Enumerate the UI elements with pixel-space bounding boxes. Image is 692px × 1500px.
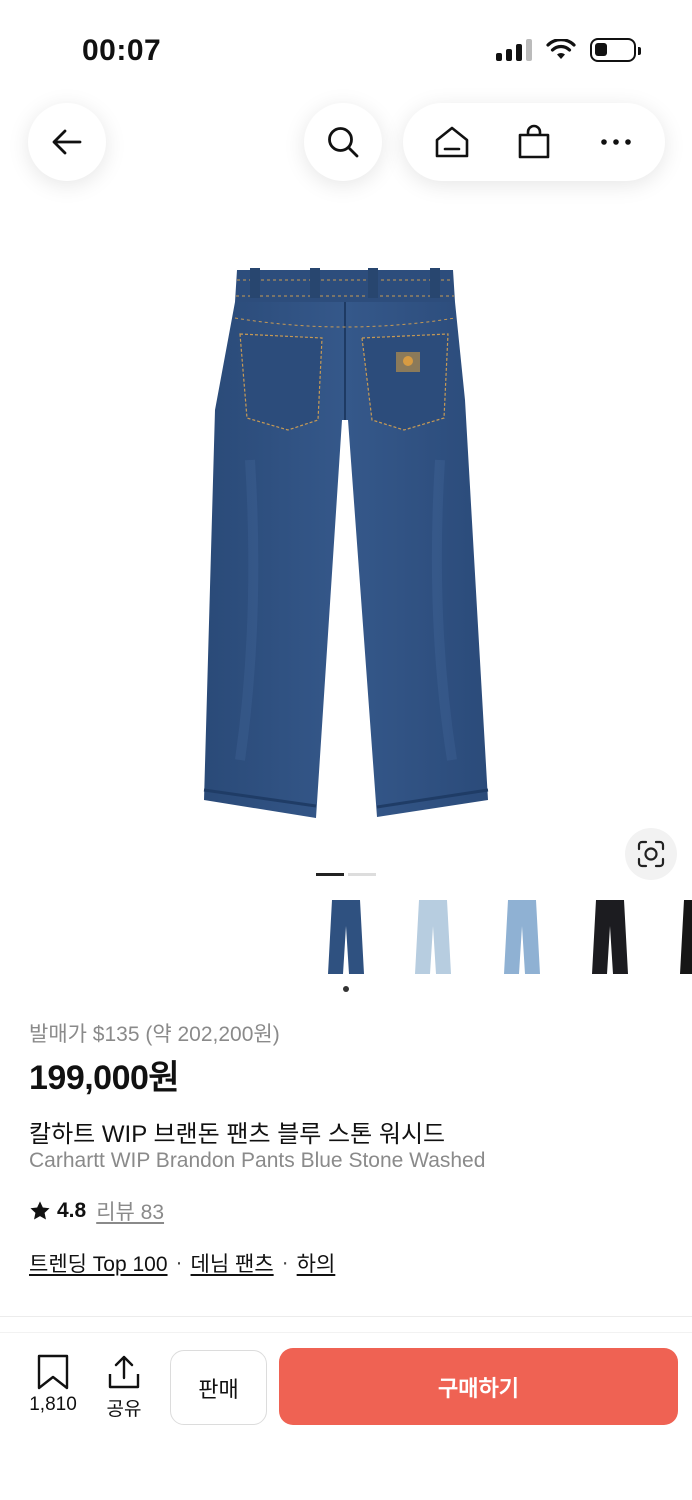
status-icons	[496, 38, 641, 62]
shopping-bag-icon	[518, 124, 550, 159]
search-icon	[328, 127, 359, 158]
nav-actions	[403, 103, 665, 181]
variant-thumbnail	[415, 900, 451, 974]
variant-thumbnail	[592, 900, 628, 974]
release-price: 발매가 $135 (약 202,200원)	[29, 1023, 280, 1046]
share-icon	[108, 1355, 140, 1389]
divider	[0, 1332, 692, 1333]
bookmark-button[interactable]: 1,810	[20, 1354, 86, 1416]
bookmark-count: 1,810	[29, 1394, 77, 1415]
cellular-signal-icon	[496, 39, 532, 61]
variant-selector	[318, 898, 692, 998]
variant-option[interactable]	[582, 898, 638, 980]
variant-option[interactable]	[670, 898, 692, 980]
divider	[0, 1316, 692, 1317]
arrow-left-icon	[52, 129, 82, 155]
product-title-korean: 칼하트 WIP 브랜돈 팬츠 블루 스톤 워시드	[29, 1121, 446, 1148]
review-link[interactable]: 리뷰 83	[96, 1196, 164, 1226]
variant-thumbnail	[504, 900, 540, 974]
wifi-icon	[546, 39, 576, 59]
product-image[interactable]	[190, 260, 500, 830]
bottom-action-bar: 1,810 공유 판매 구매하기	[0, 1340, 692, 1440]
variant-thumbnail	[328, 900, 364, 974]
pager-segment-active	[316, 873, 344, 876]
more-horizontal-icon	[601, 139, 631, 145]
lens-icon	[637, 840, 665, 868]
rating-value: 4.8	[57, 1199, 87, 1222]
bookmark-icon	[37, 1354, 69, 1390]
image-pager	[316, 873, 376, 876]
share-label: 공유	[106, 1399, 142, 1420]
buy-button[interactable]: 구매하기	[279, 1348, 678, 1425]
category-link-bottoms[interactable]: 하의	[297, 1248, 336, 1278]
variant-option[interactable]	[494, 898, 550, 980]
status-time: 00:07	[82, 34, 162, 67]
category-separator: ·	[281, 1251, 289, 1274]
home-icon	[435, 126, 469, 158]
search-button[interactable]	[304, 103, 382, 181]
image-search-button[interactable]	[625, 828, 677, 880]
selected-variant-dot	[343, 986, 349, 992]
home-button[interactable]	[417, 107, 487, 177]
more-button[interactable]	[581, 107, 651, 177]
category-link-trending[interactable]: 트렌딩 Top 100	[29, 1248, 168, 1278]
star-icon	[30, 1201, 50, 1220]
variant-option[interactable]	[318, 898, 374, 992]
status-bar: 00:07	[0, 0, 692, 100]
pager-segment	[348, 873, 376, 876]
category-separator: ·	[175, 1251, 183, 1274]
category-link-denim-pants[interactable]: 데님 팬츠	[191, 1248, 274, 1278]
category-breadcrumb: 트렌딩 Top 100 · 데님 팬츠 · 하의	[29, 1248, 335, 1278]
variant-thumbnail	[680, 900, 692, 974]
product-title-english: Carhartt WIP Brandon Pants Blue Stone Wa…	[29, 1149, 486, 1172]
back-button[interactable]	[28, 103, 106, 181]
rating-row: 4.8 리뷰 83	[29, 1196, 164, 1226]
cart-button[interactable]	[499, 107, 569, 177]
price: 199,000원	[29, 1059, 180, 1097]
battery-icon	[590, 38, 641, 62]
variant-option[interactable]	[405, 898, 461, 980]
share-button[interactable]: 공유	[98, 1354, 150, 1421]
sell-button[interactable]: 판매	[170, 1350, 267, 1425]
